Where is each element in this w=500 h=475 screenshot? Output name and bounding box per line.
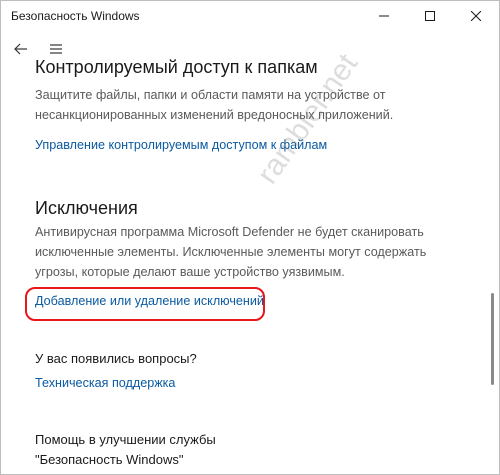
close-button[interactable]: [453, 1, 499, 31]
improve-line2: "Безопасность Windows": [35, 452, 184, 467]
exclusions-desc-line1: Антивирусная программа Microsoft Defende…: [35, 225, 424, 239]
highlight-frame: [25, 287, 265, 321]
exclusions-description: Антивирусная программа Microsoft Defende…: [35, 222, 465, 282]
maximize-icon: [425, 11, 435, 21]
improve-line1: Помощь в улучшении службы: [35, 432, 216, 447]
controlled-access-description: Защитите файлы, папки и области памяти н…: [35, 85, 465, 125]
controlled-access-desc-line2: несанкционированных изменений вредоносны…: [35, 108, 394, 122]
window-title: Безопасность Windows: [11, 9, 140, 23]
title-bar: Безопасность Windows: [1, 1, 499, 31]
exclusions-desc-line2: исключенные элементы. Исключенные элемен…: [35, 245, 427, 259]
exclusions-heading: Исключения: [35, 198, 138, 218]
security-window: Безопасность Windows Контролируемый дост…: [0, 0, 500, 475]
hamburger-icon: [50, 44, 62, 54]
hamburger-menu-button[interactable]: [45, 39, 67, 59]
maximize-button[interactable]: [407, 1, 453, 31]
scrollbar-thumb[interactable]: [491, 293, 494, 385]
controlled-access-desc-line1: Защитите файлы, папки и области памяти н…: [35, 88, 386, 102]
exclusions-desc-line3: угрозы, которые делают ваше устройство у…: [35, 265, 345, 279]
close-icon: [471, 11, 481, 21]
minimize-button[interactable]: [361, 1, 407, 31]
tech-support-link[interactable]: Техническая поддержка: [35, 376, 175, 390]
questions-heading: У вас появились вопросы?: [35, 351, 197, 366]
minimize-icon: [379, 15, 389, 17]
back-button[interactable]: [11, 39, 33, 59]
controlled-access-heading: Контролируемый доступ к папкам: [35, 57, 318, 77]
back-arrow-icon: [14, 43, 27, 55]
improve-service-text: Помощь в улучшении службы "Безопасность …: [35, 430, 216, 470]
